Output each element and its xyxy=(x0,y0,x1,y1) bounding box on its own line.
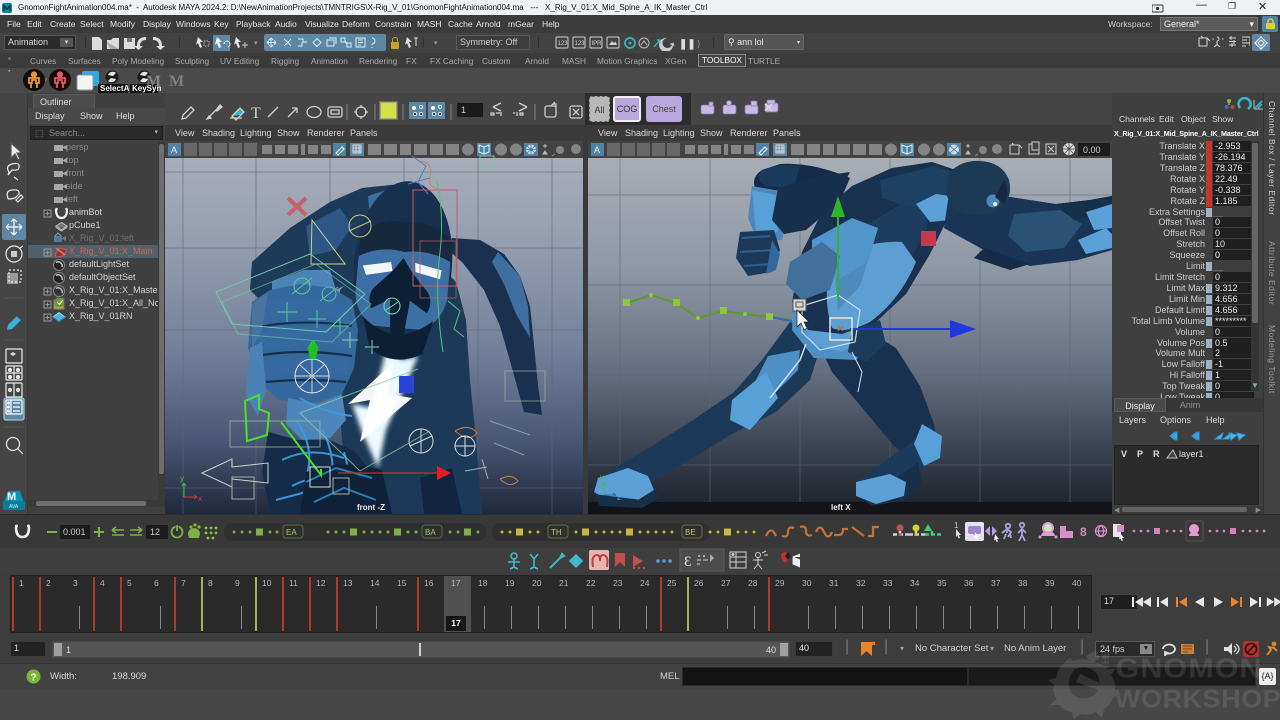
svg-text:View: View xyxy=(175,128,195,138)
svg-text:123: 123 xyxy=(575,41,586,47)
svg-text:y: y xyxy=(600,473,604,482)
svg-text:Show: Show xyxy=(700,128,723,138)
svg-text:Panels: Panels xyxy=(773,128,801,138)
svg-text:M: M xyxy=(169,73,184,90)
svg-text:T: T xyxy=(251,105,261,122)
svg-text:M: M xyxy=(7,491,16,503)
svg-text:Ɛ: Ɛ xyxy=(684,554,692,570)
svg-text:0.00: 0.00 xyxy=(1083,145,1101,155)
svg-text:A: A xyxy=(594,145,600,155)
svg-text:Show: Show xyxy=(277,128,300,138)
svg-text:0.001: 0.001 xyxy=(63,527,86,537)
svg-text:TH: TH xyxy=(551,528,562,537)
svg-text:Lighting: Lighting xyxy=(663,128,695,138)
svg-text:Renderer: Renderer xyxy=(730,128,768,138)
svg-text:Shading: Shading xyxy=(625,128,658,138)
svg-text:EA: EA xyxy=(286,528,297,537)
svg-text:⟩: ⟩ xyxy=(697,39,701,49)
svg-text:Panels: Panels xyxy=(350,128,378,138)
svg-text:A: A xyxy=(171,145,177,155)
svg-text:1: 1 xyxy=(461,105,466,115)
svg-text:Renderer: Renderer xyxy=(307,128,345,138)
svg-text:IPR: IPR xyxy=(592,41,603,47)
svg-text:Shading: Shading xyxy=(202,128,235,138)
svg-text:BA: BA xyxy=(425,528,436,537)
svg-text:1: 1 xyxy=(954,521,959,530)
svg-text:SelectA: SelectA xyxy=(100,84,130,93)
svg-text:?: ? xyxy=(31,673,37,684)
svg-text:12: 12 xyxy=(150,527,160,537)
svg-text:M: M xyxy=(146,73,161,90)
svg-text:y: y xyxy=(180,474,184,483)
svg-text:AVA: AVA xyxy=(9,504,19,510)
svg-text:x: x xyxy=(198,494,202,503)
svg-text:z: z xyxy=(617,493,621,502)
svg-text:left X: left X xyxy=(831,503,851,512)
svg-text:front -Z: front -Z xyxy=(357,503,385,512)
svg-text:Lighting: Lighting xyxy=(240,128,272,138)
svg-text:View: View xyxy=(598,128,618,138)
svg-text:BE: BE xyxy=(685,528,696,537)
svg-text:123: 123 xyxy=(558,41,569,47)
svg-text:8: 8 xyxy=(1080,525,1087,539)
svg-text:❚❚: ❚❚ xyxy=(679,39,696,50)
